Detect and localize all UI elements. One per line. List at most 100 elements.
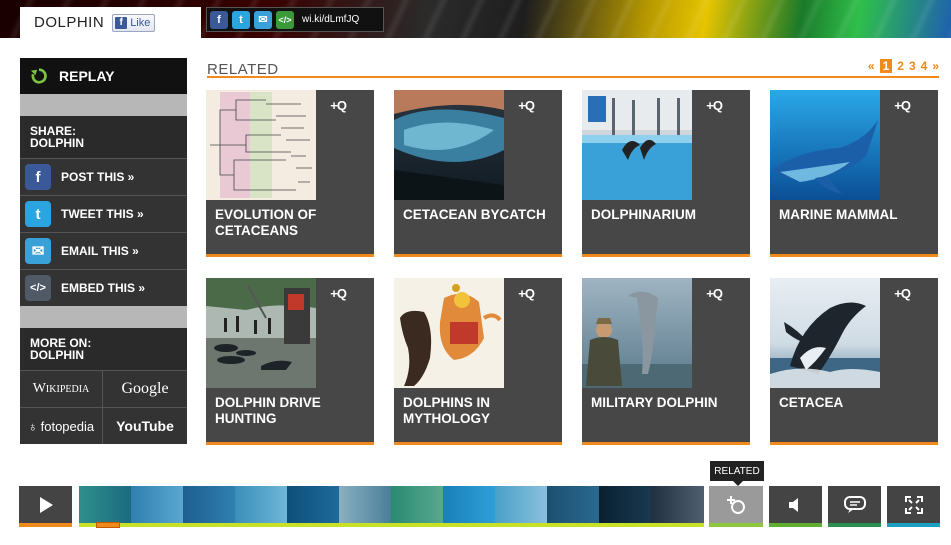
card-label: MILITARY DOLPHIN [591,395,718,410]
related-card[interactable]: +Q DOLPHIN DRIVE HUNTING [206,278,374,445]
share-heading: SHARE: DOLPHIN [20,116,187,158]
card-label: EVOLUTION OF CETACEANS [215,207,317,238]
related-card[interactable]: +Q CETACEAN BYCATCH [394,90,562,257]
timeline-frame [651,486,704,523]
wikipedia-link[interactable]: Wikipedia [20,370,103,407]
play-button[interactable] [19,486,72,527]
card-label: DOLPHINARIUM [591,207,696,222]
dolphinarium-thumbnail [582,90,692,200]
related-card[interactable]: +Q CETACEA [770,278,938,445]
timeline-frame [183,486,235,523]
more-links: Wikipedia Google ♁ fotopedia YouTube [20,370,187,444]
timeline-frame [79,486,131,523]
more-heading-line2: DOLPHIN [30,348,84,362]
timeline-frame [599,486,651,523]
timeline-frame [131,486,183,523]
share-label: TWEET THIS » [61,207,144,221]
related-tooltip: RELATED [710,461,764,486]
embed-icon[interactable]: </> [276,10,294,29]
email-icon: ✉ [25,238,51,264]
captions-button[interactable] [828,486,881,527]
pagination: « 1 2 3 4 » [868,59,939,73]
short-link[interactable]: wi.ki/dLmfJQ [302,14,359,25]
related-button[interactable] [709,486,763,527]
divider [20,94,187,116]
card-label: CETACEA [779,395,844,410]
q-icon: +Q [894,286,911,301]
title-tab: DOLPHIN f Like [20,7,201,38]
card-label: MARINE MAMMAL [779,207,898,222]
youtube-link[interactable]: YouTube [103,407,187,444]
timeline-scrubber[interactable] [96,522,120,528]
pager-next[interactable]: » [932,59,939,73]
q-icon: +Q [706,98,723,113]
pager-page-1[interactable]: 1 [879,59,893,73]
timeline-frame [547,486,599,523]
q-icon: +Q [330,286,347,301]
q-icon: +Q [706,286,723,301]
card-label: DOLPHIN DRIVE HUNTING [215,395,321,426]
related-card[interactable]: +Q DOLPHINS IN MYTHOLOGY [394,278,562,445]
share-email-button[interactable]: ✉ EMAIL THIS » [20,232,187,269]
facebook-icon: f [25,164,51,190]
twitter-icon[interactable]: t [232,10,250,29]
phylogenetic-tree-thumbnail [206,90,316,200]
play-icon [39,496,53,513]
fotopedia-icon: ♁ [27,418,38,434]
share-label: EMBED THIS » [61,281,146,295]
blue-whale-thumbnail [770,90,880,200]
speech-bubble-icon [843,495,866,513]
timeline-frame [495,486,547,523]
fotopedia-link[interactable]: ♁ fotopedia [20,407,103,444]
facebook-icon: f [115,16,128,29]
related-icon [727,495,745,514]
facebook-like-button[interactable]: f Like [112,13,156,32]
more-heading: MORE ON: DOLPHIN [20,328,187,370]
timeline-frame [391,486,443,523]
related-card[interactable]: +Q MARINE MAMMAL [770,90,938,257]
related-card[interactable]: +Q DOLPHINARIUM [582,90,750,257]
header-share-bar: f t ✉ </> wi.ki/dLmfJQ [206,7,384,32]
share-label: POST THIS » [61,170,135,184]
like-label: Like [130,16,151,29]
pager-page-2[interactable]: 2 [897,59,904,73]
related-card[interactable]: +Q EVOLUTION OF CETACEANS [206,90,374,257]
q-icon: +Q [518,286,535,301]
timeline-frame [235,486,287,523]
embed-icon: </> [25,275,51,301]
q-icon: +Q [894,98,911,113]
q-icon: +Q [330,98,347,113]
speaker-icon [788,497,798,512]
email-icon[interactable]: ✉ [254,10,272,29]
facebook-icon[interactable]: f [210,10,228,29]
sidebar: REPLAY SHARE: DOLPHIN f POST THIS » t TW… [20,58,187,444]
replay-button[interactable]: REPLAY [20,58,187,94]
breaching-whale-thumbnail [770,278,880,388]
timeline-frame [443,486,495,523]
fotopedia-label: fotopedia [40,418,95,434]
video-player-page: DOLPHIN f Like f t ✉ </> wi.ki/dLmfJQ RE… [0,0,951,545]
card-label: CETACEAN BYCATCH [403,207,546,222]
share-twitter-button[interactable]: t TWEET THIS » [20,195,187,232]
replay-icon [30,68,47,84]
share-embed-button[interactable]: </> EMBED THIS » [20,269,187,306]
sound-button[interactable] [769,486,822,527]
pager-page-3[interactable]: 3 [909,59,916,73]
related-card[interactable]: +Q MILITARY DOLPHIN [582,278,750,445]
q-icon: +Q [518,98,535,113]
video-timeline[interactable] [79,486,704,527]
google-link[interactable]: Google [103,370,187,407]
related-underline [207,76,939,78]
drive-hunt-thumbnail [206,278,316,388]
pager-page-4[interactable]: 4 [921,59,928,73]
pager-prev[interactable]: « [868,59,875,73]
divider [20,306,187,328]
share-facebook-button[interactable]: f POST THIS » [20,158,187,195]
share-label: EMAIL THIS » [61,244,139,258]
mythology-painting-thumbnail [394,278,504,388]
bycatch-whale-thumbnail [394,90,504,200]
fullscreen-icon [904,495,923,514]
fullscreen-button[interactable] [887,486,940,527]
timeline-frame [287,486,339,523]
page-title: DOLPHIN [34,14,105,31]
